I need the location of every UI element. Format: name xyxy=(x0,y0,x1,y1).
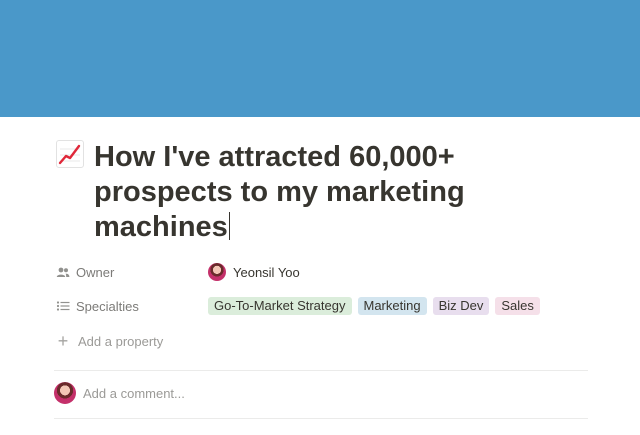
chart-increasing-icon[interactable] xyxy=(56,140,84,168)
owner-label-text: Owner xyxy=(76,264,115,280)
tag-biz-dev: Biz Dev xyxy=(432,297,490,315)
add-property-button[interactable]: + Add a property xyxy=(56,329,164,353)
tag-go-to-market-strategy: Go-To-Market Strategy xyxy=(208,297,352,315)
page-title[interactable]: How I've attracted 60,000+ prospects to … xyxy=(94,140,614,245)
plus-icon: + xyxy=(57,331,69,351)
avatar xyxy=(208,263,226,281)
comment-avatar xyxy=(54,382,76,404)
divider xyxy=(54,370,588,371)
page-title-line-1: How I've attracted 60,000+ xyxy=(94,141,455,173)
specialties-label-text: Specialties xyxy=(76,298,139,314)
property-owner: Owner Yeonsil Yoo xyxy=(56,260,300,284)
divider xyxy=(54,418,588,419)
comment-row xyxy=(54,382,483,404)
tag-marketing: Marketing xyxy=(357,297,427,315)
page-title-line-3: machines xyxy=(94,211,228,243)
property-specialties-label[interactable]: Specialties xyxy=(56,299,208,314)
specialties-value[interactable]: Go-To-Market Strategy Marketing Biz Dev … xyxy=(208,297,546,315)
property-specialties: Specialties Go-To-Market Strategy Market… xyxy=(56,294,546,318)
add-property-label: Add a property xyxy=(78,333,164,349)
owner-value[interactable]: Yeonsil Yoo xyxy=(208,263,300,281)
page-title-line-2: prospects to my marketing xyxy=(94,176,465,208)
text-caret xyxy=(228,212,230,240)
tag-sales: Sales xyxy=(495,297,540,315)
owner-name: Yeonsil Yoo xyxy=(233,264,300,280)
page-cover[interactable] xyxy=(0,0,640,117)
list-icon xyxy=(56,299,70,313)
property-owner-label[interactable]: Owner xyxy=(56,265,208,280)
comment-input[interactable] xyxy=(83,385,483,401)
people-icon xyxy=(56,265,70,279)
